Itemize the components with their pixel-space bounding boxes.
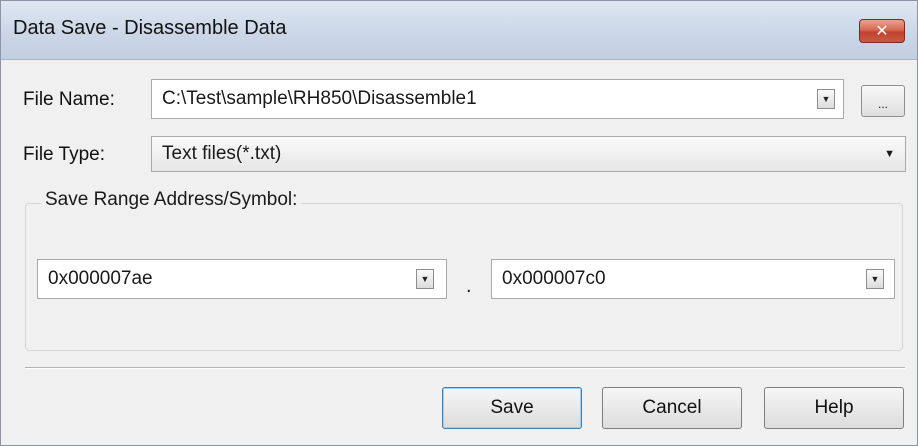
ellipsis-icon: ... bbox=[877, 97, 888, 111]
file-type-label: File Type: bbox=[23, 144, 106, 165]
file-name-value[interactable]: C:\Test\sample\RH850\Disassemble1 bbox=[162, 88, 477, 110]
file-type-value: Text files(*.txt) bbox=[162, 143, 282, 164]
help-button-label: Help bbox=[814, 397, 854, 418]
chevron-down-icon: ▼ bbox=[884, 148, 895, 160]
close-button[interactable]: ✕ bbox=[859, 19, 905, 43]
start-address-value[interactable]: 0x000007ae bbox=[48, 268, 153, 290]
file-type-select[interactable]: Text files(*.txt) ▼ bbox=[151, 136, 906, 172]
end-address-dropdown-button[interactable]: ▼ bbox=[866, 269, 884, 289]
help-button[interactable]: Help bbox=[764, 387, 904, 429]
separator-line bbox=[25, 367, 905, 369]
cancel-button-label: Cancel bbox=[642, 397, 702, 418]
save-range-legend: Save Range Address/Symbol: bbox=[41, 189, 302, 211]
file-name-combobox[interactable]: C:\Test\sample\RH850\Disassemble1 ▼ bbox=[151, 79, 844, 119]
range-separator: . bbox=[466, 275, 472, 297]
chevron-down-icon: ▼ bbox=[420, 274, 430, 284]
title-bar[interactable]: Data Save - Disassemble Data ✕ bbox=[1, 1, 917, 60]
end-address-combobox[interactable]: 0x000007c0 ▼ bbox=[491, 259, 895, 299]
file-name-label: File Name: bbox=[23, 89, 115, 110]
browse-button[interactable]: ... bbox=[861, 85, 905, 117]
chevron-down-icon: ▼ bbox=[821, 94, 831, 104]
start-address-combobox[interactable]: 0x000007ae ▼ bbox=[37, 259, 447, 299]
window-title: Data Save - Disassemble Data bbox=[13, 17, 287, 39]
data-save-dialog: Data Save - Disassemble Data ✕ File Name… bbox=[0, 0, 918, 446]
end-address-value[interactable]: 0x000007c0 bbox=[502, 268, 606, 290]
save-button-label: Save bbox=[490, 397, 534, 418]
chevron-down-icon: ▼ bbox=[870, 274, 880, 284]
close-icon: ✕ bbox=[875, 23, 889, 40]
file-name-dropdown-button[interactable]: ▼ bbox=[817, 89, 835, 109]
save-button[interactable]: Save bbox=[442, 387, 582, 429]
cancel-button[interactable]: Cancel bbox=[602, 387, 742, 429]
start-address-dropdown-button[interactable]: ▼ bbox=[416, 269, 434, 289]
